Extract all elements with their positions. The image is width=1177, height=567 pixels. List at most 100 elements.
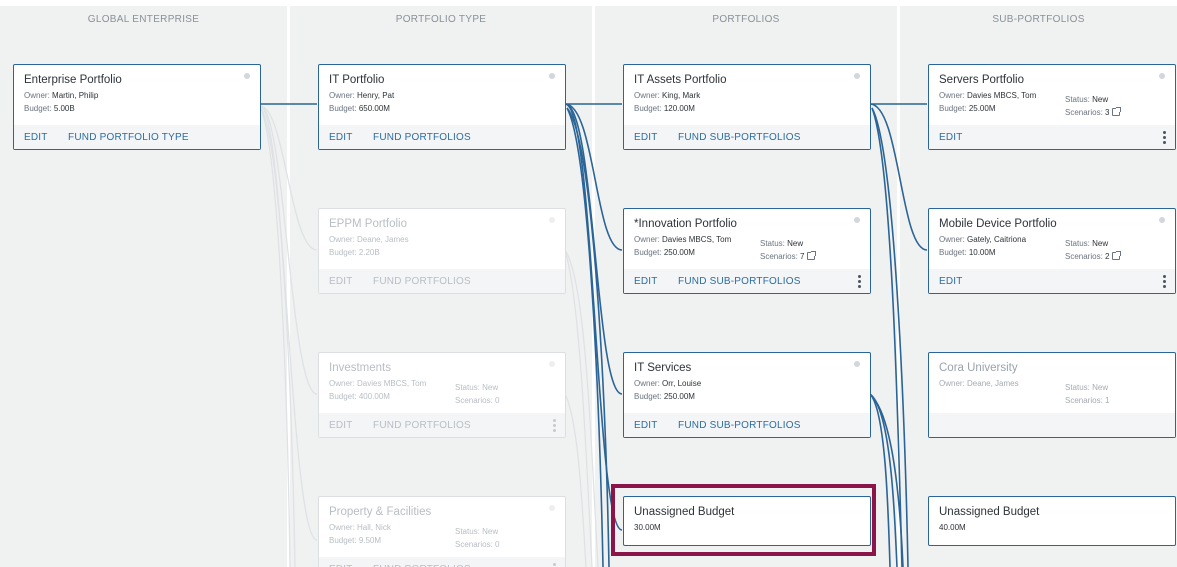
card-servers-portfolio[interactable]: Servers Portfolio Owner: Davies MBCS, To…: [928, 64, 1176, 150]
card-enterprise-portfolio[interactable]: Enterprise Portfolio Owner: Martin, Phil…: [13, 64, 261, 150]
card-status: Status: New: [1065, 95, 1109, 104]
card-scenarios: Scenarios: 2: [1065, 250, 1122, 263]
status-dot-icon: [549, 361, 555, 367]
edit-button[interactable]: EDIT: [634, 126, 658, 150]
fund-portfolios-button[interactable]: FUND PORTFOLIOS: [373, 558, 471, 567]
card-it-services[interactable]: IT Services Owner: Orr, Louise Budget: 2…: [623, 352, 871, 438]
card-status: Status: New: [455, 383, 499, 392]
card-status-block: Status: New Scenarios: 0: [455, 381, 499, 407]
card-title: Unassigned Budget: [634, 506, 735, 518]
card-title: Property & Facilities: [329, 506, 432, 518]
card-budget: Budget: 650.00M: [329, 104, 390, 113]
card-amount: 40.00M: [939, 523, 966, 532]
card-budget: Budget: 120.00M: [634, 104, 695, 113]
fund-sub-portfolios-button[interactable]: FUND SUB-PORTFOLIOS: [678, 414, 801, 438]
card-title: Cora University: [939, 362, 1018, 374]
card-title: IT Services: [634, 362, 692, 374]
card-scenarios: Scenarios: 3: [1065, 106, 1122, 119]
fund-portfolios-button[interactable]: FUND PORTFOLIOS: [373, 414, 471, 438]
status-dot-icon: [244, 73, 250, 79]
card-budget: Budget: 25.00M: [939, 104, 996, 113]
card-status: Status: New: [1065, 239, 1109, 248]
card-owner: Owner: Orr, Louise: [634, 379, 702, 388]
more-options-icon[interactable]: [1163, 275, 1167, 289]
status-dot-icon: [854, 73, 860, 79]
edit-button[interactable]: EDIT: [329, 126, 353, 150]
card-innovation-portfolio[interactable]: *Innovation Portfolio Owner: Davies MBCS…: [623, 208, 871, 294]
edit-button[interactable]: EDIT: [329, 414, 353, 438]
card-it-portfolio[interactable]: IT Portfolio Owner: Henry, Pat Budget: 6…: [318, 64, 566, 150]
status-dot-icon: [1159, 73, 1165, 79]
card-cora-university[interactable]: Cora University Owner: Deane, James Stat…: [928, 352, 1176, 438]
card-status: Status: New: [455, 527, 499, 536]
card-it-assets-portfolio[interactable]: IT Assets Portfolio Owner: King, Mark Bu…: [623, 64, 871, 150]
fund-portfolio-type-button[interactable]: FUND PORTFOLIO TYPE: [68, 126, 189, 150]
card-title: Servers Portfolio: [939, 74, 1025, 86]
card-owner: Owner: Henry, Pat: [329, 91, 395, 100]
card-amount: 30.00M: [634, 523, 661, 532]
open-scenarios-icon[interactable]: [807, 251, 817, 260]
card-title: Unassigned Budget: [939, 506, 1040, 518]
open-scenarios-icon[interactable]: [1112, 107, 1122, 116]
card-eppm-portfolio[interactable]: EPPM Portfolio Owner: Deane, James Budge…: [318, 208, 566, 294]
edit-button[interactable]: EDIT: [634, 270, 658, 294]
card-property-facilities[interactable]: Property & Facilities Owner: Hall, Nick …: [318, 496, 566, 567]
card-title: *Innovation Portfolio: [634, 218, 737, 230]
card-scenarios: Scenarios: 7: [760, 250, 817, 263]
card-budget: Budget: 5.00B: [24, 104, 75, 113]
card-status: Status: New: [1065, 383, 1109, 392]
column-title: GLOBAL ENTERPRISE: [87, 14, 200, 25]
fund-portfolios-button[interactable]: FUND PORTFOLIOS: [373, 270, 471, 294]
card-owner: Owner: Martin, Philip: [24, 91, 99, 100]
card-budget: Budget: 9.50M: [329, 536, 382, 545]
card-investments[interactable]: Investments Owner: Davies MBCS, Tom Budg…: [318, 352, 566, 438]
status-dot-icon: [549, 73, 555, 79]
fund-sub-portfolios-button[interactable]: FUND SUB-PORTFOLIOS: [678, 126, 801, 150]
card-budget: Budget: 250.00M: [634, 248, 695, 257]
card-budget: Budget: 250.00M: [634, 392, 695, 401]
status-dot-icon: [854, 361, 860, 367]
card-owner: Owner: Davies MBCS, Tom: [634, 235, 732, 244]
open-scenarios-icon[interactable]: [1112, 251, 1122, 260]
column-title: PORTFOLIOS: [712, 14, 780, 25]
edit-button[interactable]: EDIT: [24, 126, 48, 150]
card-owner: Owner: King, Mark: [634, 91, 701, 100]
card-owner: Owner: Deane, James: [329, 235, 409, 244]
card-title: EPPM Portfolio: [329, 218, 407, 230]
fund-portfolios-button[interactable]: FUND PORTFOLIOS: [373, 126, 471, 150]
card-owner: Owner: Gately, Caitriona: [939, 235, 1027, 244]
card-budget: Budget: 10.00M: [939, 248, 996, 257]
card-status: Status: New: [760, 239, 804, 248]
card-status-block: Status: New Scenarios: 3: [1065, 93, 1122, 119]
card-scenarios: Scenarios: 0: [455, 540, 500, 549]
column-title: SUB-PORTFOLIOS: [992, 14, 1085, 25]
edit-button[interactable]: EDIT: [329, 270, 353, 294]
card-status-block: Status: New Scenarios: 2: [1065, 237, 1122, 263]
edit-button[interactable]: EDIT: [939, 270, 963, 294]
card-scenarios: Scenarios: 1: [1065, 396, 1110, 405]
card-unassigned-budget-sub[interactable]: Unassigned Budget 40.00M: [928, 496, 1176, 546]
card-title: IT Assets Portfolio: [634, 74, 727, 86]
column-title: PORTFOLIO TYPE: [395, 14, 487, 25]
card-status-block: Status: New Scenarios: 7: [760, 237, 817, 263]
more-options-icon[interactable]: [858, 275, 862, 289]
edit-button[interactable]: EDIT: [939, 126, 963, 150]
more-options-icon[interactable]: [553, 419, 557, 433]
more-options-icon[interactable]: [1163, 131, 1167, 145]
card-mobile-device-portfolio[interactable]: Mobile Device Portfolio Owner: Gately, C…: [928, 208, 1176, 294]
card-owner: Owner: Hall, Nick: [329, 523, 391, 532]
status-dot-icon: [854, 217, 860, 223]
edit-button[interactable]: EDIT: [329, 558, 353, 567]
card-title: Investments: [329, 362, 391, 374]
card-status-block: Status: New Scenarios: 0: [455, 525, 499, 551]
card-unassigned-budget-portfolios[interactable]: Unassigned Budget 30.00M: [623, 496, 871, 546]
fund-sub-portfolios-button[interactable]: FUND SUB-PORTFOLIOS: [678, 270, 801, 294]
card-status-block: Status: New Scenarios: 1: [1065, 381, 1109, 407]
card-title: IT Portfolio: [329, 74, 385, 86]
status-dot-icon: [549, 505, 555, 511]
card-scenarios: Scenarios: 0: [455, 396, 500, 405]
card-title: Enterprise Portfolio: [24, 74, 122, 86]
card-title: Mobile Device Portfolio: [939, 218, 1057, 230]
more-options-icon[interactable]: [553, 563, 557, 567]
edit-button[interactable]: EDIT: [634, 414, 658, 438]
